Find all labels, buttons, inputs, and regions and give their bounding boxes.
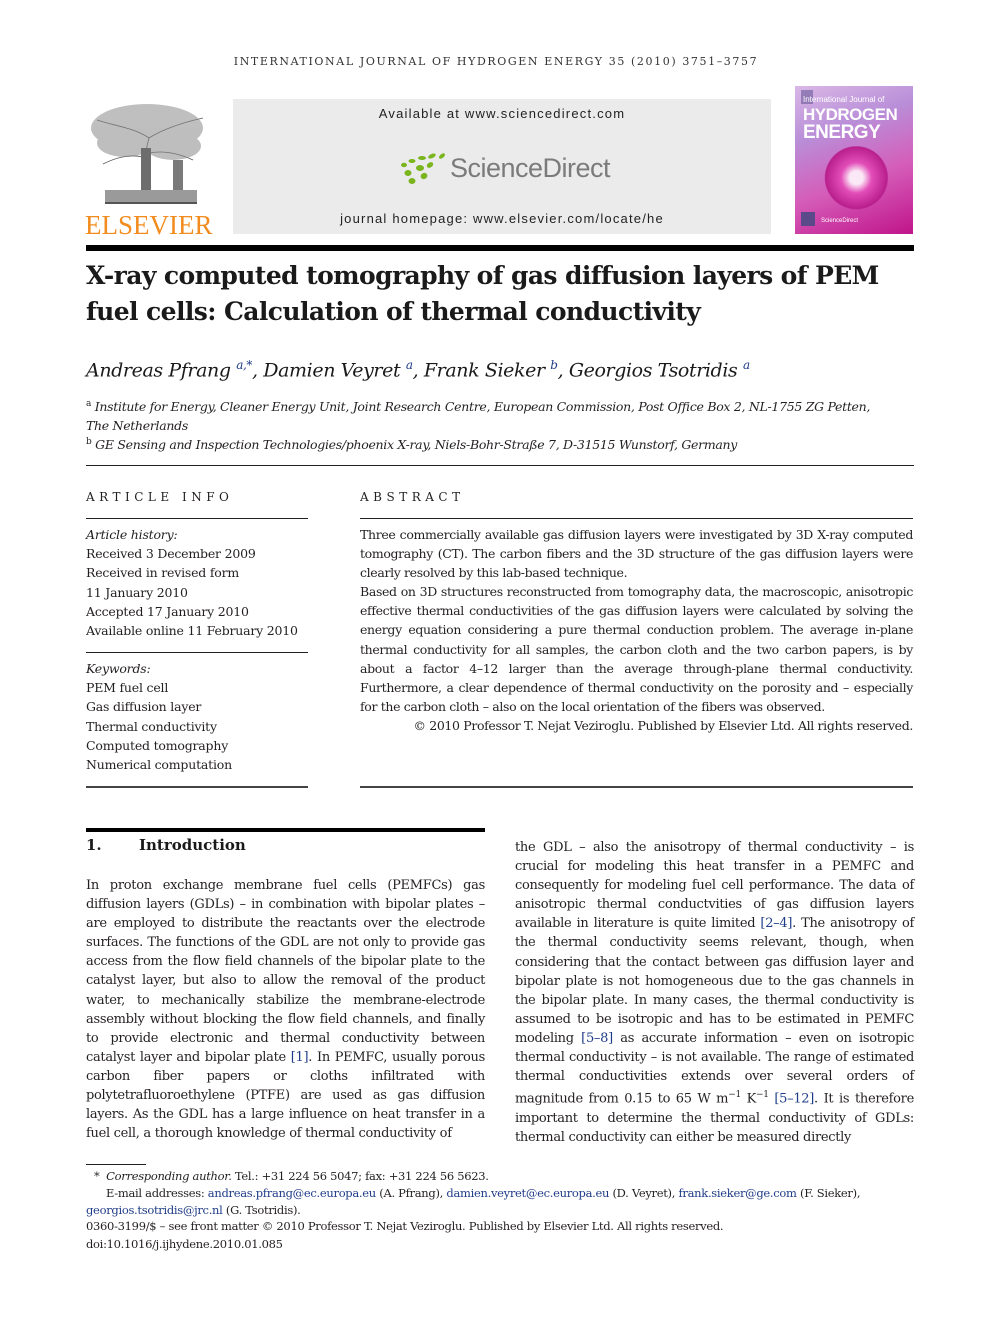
history-item: Accepted 17 January 2010 [86,603,249,619]
keyword: PEM fuel cell [86,680,169,696]
footnote-marker: * [94,1169,100,1183]
affiliation-b: b GE Sensing and Inspection Technologies… [86,433,916,454]
abstract-heading: ABSTRACT [360,490,465,504]
history-item: Available online 11 February 2010 [86,623,298,639]
affiliation-text: GE Sensing and Inspection Technologies/p… [95,437,738,453]
corresponding-author-contact: Tel.: +31 224 56 5047; fax: +31 224 56 5… [231,1169,489,1183]
body-text: . The anisotropy of the thermal conducti… [515,916,915,1046]
corresponding-author-note: * Corresponding author. Tel.: +31 224 56… [86,1168,916,1185]
abstract-body: Three commercially available gas diffusi… [360,525,913,735]
cover-he-badge [801,212,815,226]
front-matter-note: 0360-3199/$ – see front matter © 2010 Pr… [86,1219,724,1233]
keyword: Numerical computation [86,757,232,773]
keywords-divider [86,652,308,653]
article-info-heading: ARTICLE INFO [86,490,234,504]
history-item: Received 3 December 2009 [86,546,256,562]
sciencedirect-wordmark: ScienceDirect [450,153,611,183]
sciencedirect-logo[interactable]: ScienceDirect [398,149,613,189]
running-head: INTERNATIONAL JOURNAL OF HYDROGEN ENERGY… [233,55,759,68]
author-name[interactable]: Andreas Pfrang [86,359,231,381]
keyword: Thermal conductivity [86,718,217,734]
footnote-divider [86,1164,146,1165]
cover-sciencedirect: ScienceDirect [821,218,859,224]
email-addresses: E-mail addresses: andreas.pfrang@ec.euro… [86,1185,916,1218]
author-name[interactable]: Damien Veyret [263,359,400,381]
email-owner: (G. Tsotridis). [222,1202,301,1217]
article-history: Article history: Received 3 December 200… [86,525,308,640]
author-name[interactable]: Frank Sieker [424,359,545,381]
email-link[interactable]: damien.veyret@ec.europa.eu [446,1186,609,1200]
doi-link[interactable]: doi:10.1016/j.ijhydene.2010.01.085 [86,1236,916,1253]
body-paragraph: the GDL – also the anisotropy of thermal… [515,838,914,1147]
article-title: X-ray computed tomography of gas diffusi… [86,258,916,330]
article-info-divider [86,518,308,519]
keyword: Gas diffusion layer [86,699,202,715]
author-affiliation-marker[interactable]: a,* [236,358,252,372]
corresponding-author-label: Corresponding author. [106,1169,232,1183]
article-info-end-divider [86,786,308,788]
history-item: 11 January 2010 [86,584,188,600]
author-affiliation-marker[interactable]: a [406,358,413,372]
section-divider [86,828,485,832]
affiliation-label: b [86,437,92,447]
section-title: Introduction [139,836,246,854]
email-label: E-mail addresses: [106,1186,208,1200]
abstract-end-divider [360,786,913,788]
citation-link[interactable]: [1] [291,1050,309,1065]
elsevier-wordmark: ELSEVIER [85,210,213,240]
email-link[interactable]: georgios.tsotridis@jrc.nl [86,1203,223,1217]
affiliation-label: a [86,399,92,409]
unit-exponent: −1 [756,1090,769,1101]
article-history-label: Article history: [86,527,178,542]
email-owner: (D. Veyret), [609,1186,679,1200]
citation-link[interactable]: [5–12] [774,1092,814,1107]
keyword: Computed tomography [86,737,229,753]
affiliation-divider [86,465,914,466]
body-column-left: In proton exchange membrane fuel cells (… [86,876,485,1143]
email-link[interactable]: andreas.pfrang@ec.europa.eu [208,1186,376,1200]
body-text: In proton exchange membrane fuel cells (… [86,878,485,1065]
cover-journal-line2: HYDROGEN [803,105,898,124]
author-list: Andreas Pfrang a,*, Damien Veyret a, Fra… [86,358,750,382]
citation-link[interactable]: [5–8] [581,1031,613,1046]
journal-homepage-link[interactable]: journal homepage: www.elsevier.com/locat… [233,211,771,226]
keywords-list: Keywords: PEM fuel cell Gas diffusion la… [86,659,308,774]
abstract-divider [360,518,913,519]
body-column-right: the GDL – also the anisotropy of thermal… [515,838,914,1147]
elsevier-tree-icon [91,104,204,204]
author-affiliation-marker[interactable]: b [550,358,558,372]
body-paragraph: In proton exchange membrane fuel cells (… [86,876,485,1143]
affiliation-text: Institute for Energy, Cleaner Energy Uni… [94,399,871,415]
email-owner: (F. Sieker), [796,1186,861,1200]
history-item: Received in revised form [86,565,240,581]
keywords-label: Keywords: [86,661,151,676]
email-owner: (A. Pfrang), [375,1186,447,1200]
citation-link[interactable]: [2–4] [760,916,792,931]
unit-exponent: −1 [728,1090,741,1101]
author-name[interactable]: Georgios Tsotridis [569,359,738,381]
author-affiliation-marker[interactable]: a [743,358,750,372]
journal-cover-image: International Journal of HYDROGEN ENERGY… [795,86,913,234]
unit-text: K [740,1091,757,1107]
abstract-paragraph: Based on 3D structures reconstructed fro… [360,584,913,714]
section-number: 1. [86,836,102,854]
cover-journal-line1: International Journal of [803,95,885,104]
section-heading: 1. Introduction [86,836,246,854]
title-line-2: fuel cells: Calculation of thermal condu… [86,297,701,326]
abstract-copyright: © 2010 Professor T. Nejat Veziroglu. Pub… [413,717,913,733]
abstract-paragraph: Three commercially available gas diffusi… [360,527,913,581]
email-link[interactable]: frank.sieker@ge.com [678,1186,797,1200]
sciencedirect-dots-icon [401,153,445,184]
elsevier-logo: ELSEVIER [85,98,213,240]
masthead-divider [86,245,914,251]
title-line-1: X-ray computed tomography of gas diffusi… [86,261,879,290]
cover-journal-line3: ENERGY [803,122,881,143]
affiliation-text-cont: The Netherlands [86,418,188,434]
available-at-text[interactable]: Available at www.sciencedirect.com [233,106,771,121]
affiliation-a: a Institute for Energy, Cleaner Energy U… [86,395,916,435]
masthead-box: Available at www.sciencedirect.com Scien… [233,99,771,234]
